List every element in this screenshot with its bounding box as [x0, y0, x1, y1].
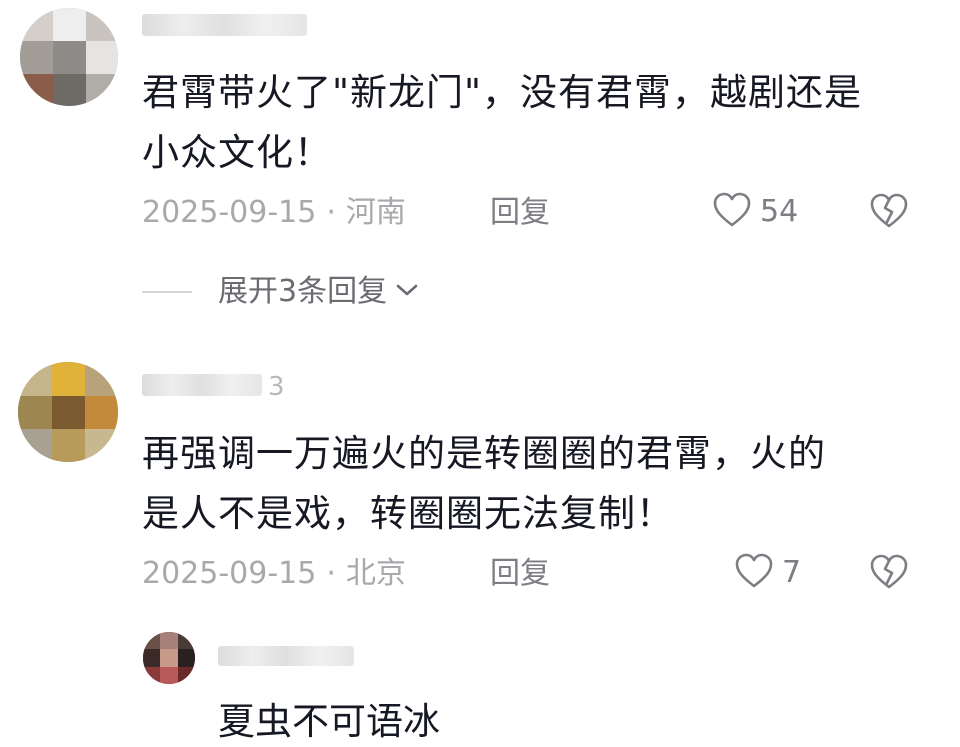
comment-text-line: 小众文化！	[142, 131, 332, 174]
like-count: 54	[760, 194, 799, 229]
reply-text: 夏虫不可语冰	[218, 700, 440, 743]
broken-heart-icon	[868, 193, 910, 234]
comment-location: 河南	[345, 195, 406, 230]
comment-meta: 2025-09-15 · 河南	[142, 193, 406, 233]
comment-text-line: 是人不是戏，转圈圈无法复制！	[142, 492, 674, 535]
dislike-button[interactable]	[868, 192, 910, 234]
comment-location: 北京	[345, 556, 406, 591]
meta-separator: ·	[326, 556, 336, 591]
broken-heart-icon	[868, 554, 910, 595]
meta-separator: ·	[326, 195, 336, 230]
username[interactable]	[218, 646, 354, 666]
comment-text: 再强调一万遍火的是转圈圈的君霄，火的 是人不是戏，转圈圈无法复制！	[142, 424, 826, 544]
reply-button[interactable]: 回复	[490, 193, 550, 233]
like-button[interactable]: 54	[712, 191, 798, 233]
comment-meta: 2025-09-15 · 北京	[142, 554, 406, 594]
expand-divider	[142, 291, 192, 293]
comment-item: 君霄带火了"新龙门"，没有君霄，越剧还是 小众文化！ 2025-09-15 · 河南…	[0, 0, 960, 340]
avatar[interactable]	[143, 632, 195, 684]
heart-outline-icon	[712, 191, 752, 233]
avatar[interactable]	[18, 362, 118, 462]
heart-outline-icon	[734, 552, 774, 594]
like-count: 7	[782, 555, 802, 590]
reply-button[interactable]: 回复	[490, 554, 550, 594]
sub-reply: 夏虫不可语冰	[0, 622, 960, 743]
comment-date: 2025-09-15	[142, 195, 317, 230]
username-tail: 3	[268, 372, 285, 402]
comment-item: 3 再强调一万遍火的是转圈圈的君霄，火的 是人不是戏，转圈圈无法复制！ 2025…	[0, 352, 960, 743]
like-button[interactable]: 7	[734, 552, 801, 594]
expand-replies-label: 展开3条回复	[218, 274, 388, 309]
comment-text: 君霄带火了"新龙门"，没有君霄，越剧还是 小众文化！	[142, 63, 862, 183]
username[interactable]	[142, 14, 307, 36]
username[interactable]	[142, 374, 262, 396]
avatar[interactable]	[20, 8, 118, 106]
chevron-down-icon	[395, 282, 419, 302]
comment-text-line: 君霄带火了"新龙门"，没有君霄，越剧还是	[142, 71, 863, 114]
comment-date: 2025-09-15	[142, 556, 317, 591]
expand-replies-button[interactable]: 展开3条回复	[142, 272, 419, 312]
dislike-button[interactable]	[868, 553, 910, 595]
comment-text-line: 再强调一万遍火的是转圈圈的君霄，火的	[142, 432, 826, 475]
